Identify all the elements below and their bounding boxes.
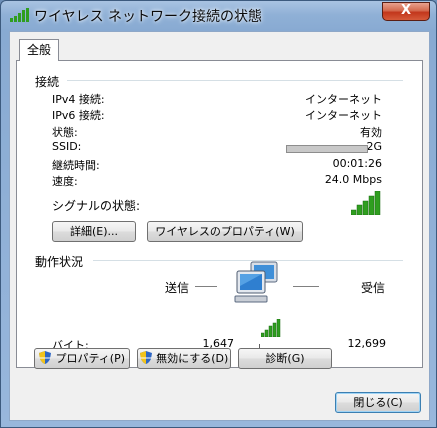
- received-line: [293, 286, 319, 287]
- uac-shield-icon: [38, 351, 51, 364]
- status-window: ワイヤレス ネットワーク接続の状態 X 全般 接続 IPv4 接続: インターネ…: [0, 0, 437, 428]
- diagnose-button[interactable]: 診断(G): [238, 348, 332, 369]
- activity-heading: 動作状況: [35, 255, 84, 269]
- sent-line: [195, 286, 217, 287]
- close-button[interactable]: 閉じる(C): [335, 392, 421, 413]
- speed-label: 速度:: [52, 175, 78, 188]
- state-label: 状態:: [52, 126, 78, 139]
- signal-bar: [356, 204, 363, 215]
- speed-value: 24.0 Mbps: [324, 173, 382, 186]
- wireless-properties-button-label: ワイヤレスのプロパティ(W): [155, 225, 295, 238]
- properties-button-label: プロパティ(P): [55, 352, 126, 365]
- network-computers-icon: [234, 261, 278, 303]
- diagnose-button-label: 診断(G): [265, 352, 305, 365]
- received-label: 受信: [361, 281, 386, 295]
- close-window-button[interactable]: X: [382, 2, 430, 21]
- signal-bar: [368, 195, 375, 215]
- tab-general-label: 全般: [26, 43, 51, 57]
- details-button-label: 詳細(E)...: [69, 225, 119, 238]
- disable-button-label: 無効にする(D): [156, 352, 229, 365]
- signal-bar: [276, 319, 281, 337]
- duration-label: 継続時間:: [52, 159, 100, 172]
- bytes-received-value: 12,699: [347, 337, 387, 350]
- ssid-label: SSID:: [52, 140, 82, 153]
- ssid-redaction-bar: [286, 145, 368, 153]
- ipv4-value: インターネット: [305, 93, 382, 106]
- duration-value: 00:01:26: [332, 157, 382, 170]
- sent-label: 送信: [165, 281, 190, 295]
- dialog-body: 全般 接続 IPv4 接続: インターネット IPv6 接続: インターネット …: [9, 31, 430, 421]
- signal-bar: [374, 191, 381, 215]
- disable-button[interactable]: 無効にする(D): [137, 348, 231, 369]
- window-title: ワイヤレス ネットワーク接続の状態: [34, 9, 263, 25]
- uac-shield-icon: [139, 351, 152, 364]
- ipv6-label: IPv6 接続:: [52, 109, 105, 122]
- signal-bar: [261, 332, 265, 337]
- signal-bar: [351, 209, 357, 215]
- signal-bar: [272, 322, 277, 337]
- signal-label: シグナルの状態:: [52, 199, 141, 213]
- tab-general[interactable]: 全般: [19, 39, 59, 61]
- close-icon: X: [400, 3, 412, 18]
- wireless-properties-button[interactable]: ワイヤレスのプロパティ(W): [147, 221, 303, 242]
- signal-bar: [264, 329, 269, 337]
- close-button-label: 閉じる(C): [353, 396, 403, 409]
- state-value: 有効: [360, 126, 382, 139]
- title-bar[interactable]: ワイヤレス ネットワーク接続の状態 X: [1, 1, 436, 31]
- connection-heading: 接続: [35, 75, 60, 89]
- signal-strength-icon: [351, 191, 381, 215]
- properties-button[interactable]: プロパティ(P): [34, 348, 130, 369]
- signal-bar: [362, 200, 369, 215]
- tab-panel: 接続 IPv4 接続: インターネット IPv6 接続: インターネット 状態:…: [16, 60, 423, 368]
- connection-divider: [67, 80, 403, 81]
- wireless-signal-icon: [10, 8, 29, 22]
- activity-signal-icon: [261, 319, 281, 337]
- ipv6-value: インターネット: [305, 109, 382, 122]
- details-button[interactable]: 詳細(E)...: [52, 221, 136, 242]
- ipv4-label: IPv4 接続:: [52, 93, 105, 106]
- signal-bar: [268, 325, 273, 337]
